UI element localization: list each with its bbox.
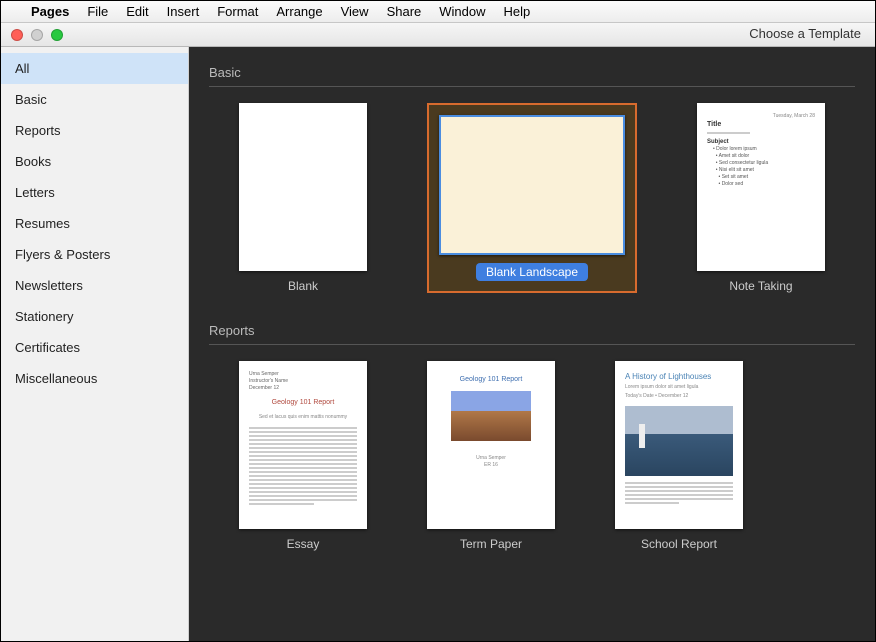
sidebar-item-newsletters[interactable]: Newsletters	[1, 270, 188, 301]
template-label: School Report	[641, 537, 717, 551]
template-label: Blank	[288, 279, 318, 293]
menu-insert[interactable]: Insert	[167, 4, 200, 19]
menu-arrange[interactable]: Arrange	[276, 4, 322, 19]
menu-window[interactable]: Window	[439, 4, 485, 19]
menu-help[interactable]: Help	[504, 4, 531, 19]
sidebar-item-resumes[interactable]: Resumes	[1, 208, 188, 239]
template-thumbnail: A History of Lighthouses Lorem ipsum dol…	[615, 361, 743, 529]
section-header-reports: Reports	[209, 317, 855, 345]
sidebar-item-miscellaneous[interactable]: Miscellaneous	[1, 363, 188, 394]
template-term-paper[interactable]: Geology 101 Report Urna Semper ER 16 Ter…	[427, 361, 555, 551]
template-thumbnail: Urna SemperInstructor's NameDecember 12 …	[239, 361, 367, 529]
window-titlebar: Choose a Template	[1, 23, 875, 47]
sidebar-item-basic[interactable]: Basic	[1, 84, 188, 115]
sidebar-item-stationery[interactable]: Stationery	[1, 301, 188, 332]
template-essay[interactable]: Urna SemperInstructor's NameDecember 12 …	[239, 361, 367, 551]
template-thumbnail	[439, 115, 625, 255]
sidebar-item-reports[interactable]: Reports	[1, 115, 188, 146]
sidebar-item-all[interactable]: All	[1, 53, 188, 84]
sidebar-item-flyers-posters[interactable]: Flyers & Posters	[1, 239, 188, 270]
template-label-selected: Blank Landscape	[476, 263, 588, 281]
template-label: Term Paper	[460, 537, 522, 551]
template-thumbnail	[239, 103, 367, 271]
traffic-lights	[11, 29, 63, 41]
template-row-basic: Blank Blank Landscape Tuesday, March 28 …	[209, 103, 855, 293]
menu-file[interactable]: File	[87, 4, 108, 19]
template-thumbnail: Geology 101 Report Urna Semper ER 16	[427, 361, 555, 529]
app-menu[interactable]: Pages	[31, 4, 69, 19]
window-title: Choose a Template	[749, 26, 861, 41]
minimize-window-button[interactable]	[31, 29, 43, 41]
zoom-window-button[interactable]	[51, 29, 63, 41]
template-label: Essay	[287, 537, 320, 551]
template-school-report[interactable]: A History of Lighthouses Lorem ipsum dol…	[615, 361, 743, 551]
content-split: All Basic Reports Books Letters Resumes …	[1, 47, 875, 641]
macos-menubar: Pages File Edit Insert Format Arrange Vi…	[1, 1, 875, 23]
sidebar-item-certificates[interactable]: Certificates	[1, 332, 188, 363]
template-blank-landscape[interactable]: Blank Landscape	[427, 103, 637, 293]
menu-view[interactable]: View	[341, 4, 369, 19]
template-gallery[interactable]: Basic Blank Blank Landscape Tuesday, Mar…	[189, 47, 875, 641]
category-sidebar: All Basic Reports Books Letters Resumes …	[1, 47, 189, 641]
template-row-reports: Urna SemperInstructor's NameDecember 12 …	[209, 361, 855, 551]
template-blank[interactable]: Blank	[239, 103, 367, 293]
template-thumbnail: Tuesday, March 28 Title Subject • Dolor …	[697, 103, 825, 271]
menu-edit[interactable]: Edit	[126, 4, 148, 19]
template-note-taking[interactable]: Tuesday, March 28 Title Subject • Dolor …	[697, 103, 825, 293]
menu-share[interactable]: Share	[387, 4, 422, 19]
close-window-button[interactable]	[11, 29, 23, 41]
sidebar-item-letters[interactable]: Letters	[1, 177, 188, 208]
section-header-basic: Basic	[209, 59, 855, 87]
sidebar-item-books[interactable]: Books	[1, 146, 188, 177]
menu-format[interactable]: Format	[217, 4, 258, 19]
template-label: Note Taking	[729, 279, 792, 293]
